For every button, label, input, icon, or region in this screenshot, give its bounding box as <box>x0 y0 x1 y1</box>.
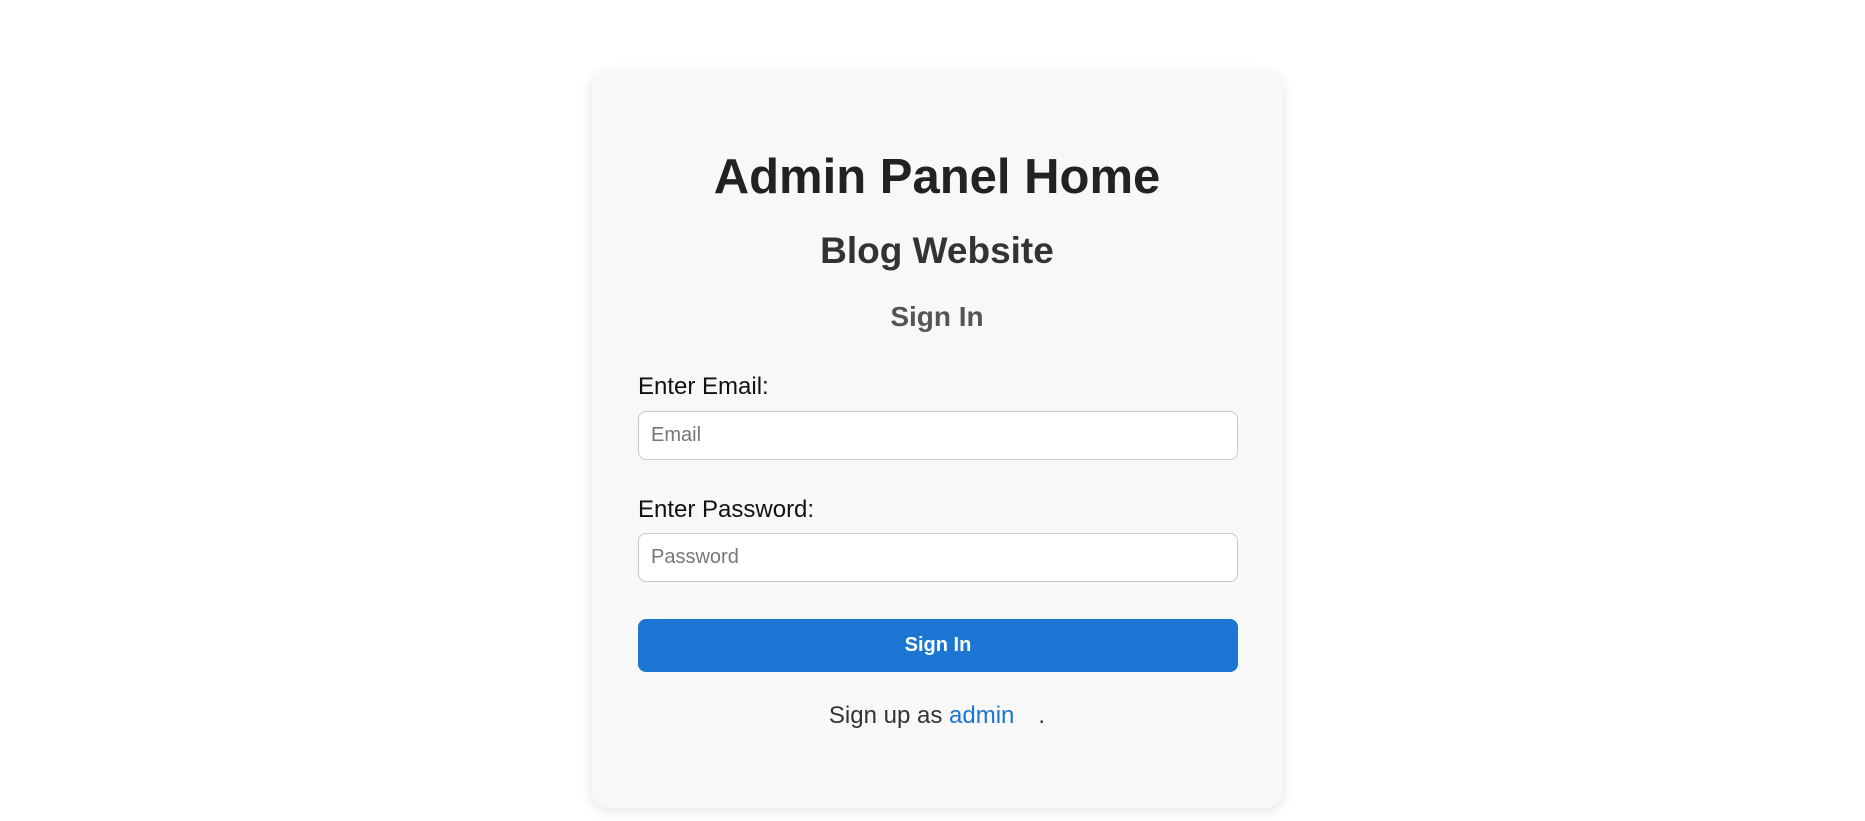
signup-admin-link[interactable]: admin <box>949 702 1014 729</box>
password-label: Enter Password: <box>638 495 815 523</box>
signin-card: Admin Panel Home Blog Website Sign In En… <box>592 73 1282 808</box>
signin-heading: Sign In <box>890 300 984 332</box>
signin-button[interactable]: Sign In <box>638 619 1238 673</box>
signup-line: Sign up as admin. <box>638 702 1236 730</box>
signin-form: Enter Email: Enter Password: Sign In <box>638 373 1238 673</box>
signup-prefix: Sign up as <box>828 702 950 730</box>
email-field[interactable] <box>638 410 1238 460</box>
site-name: Blog Website <box>820 229 1054 271</box>
page-title: Admin Panel Home <box>713 150 1161 204</box>
signup-suffix: . <box>1038 702 1046 730</box>
email-label: Enter Email: <box>638 373 769 401</box>
password-field[interactable] <box>638 533 1238 583</box>
